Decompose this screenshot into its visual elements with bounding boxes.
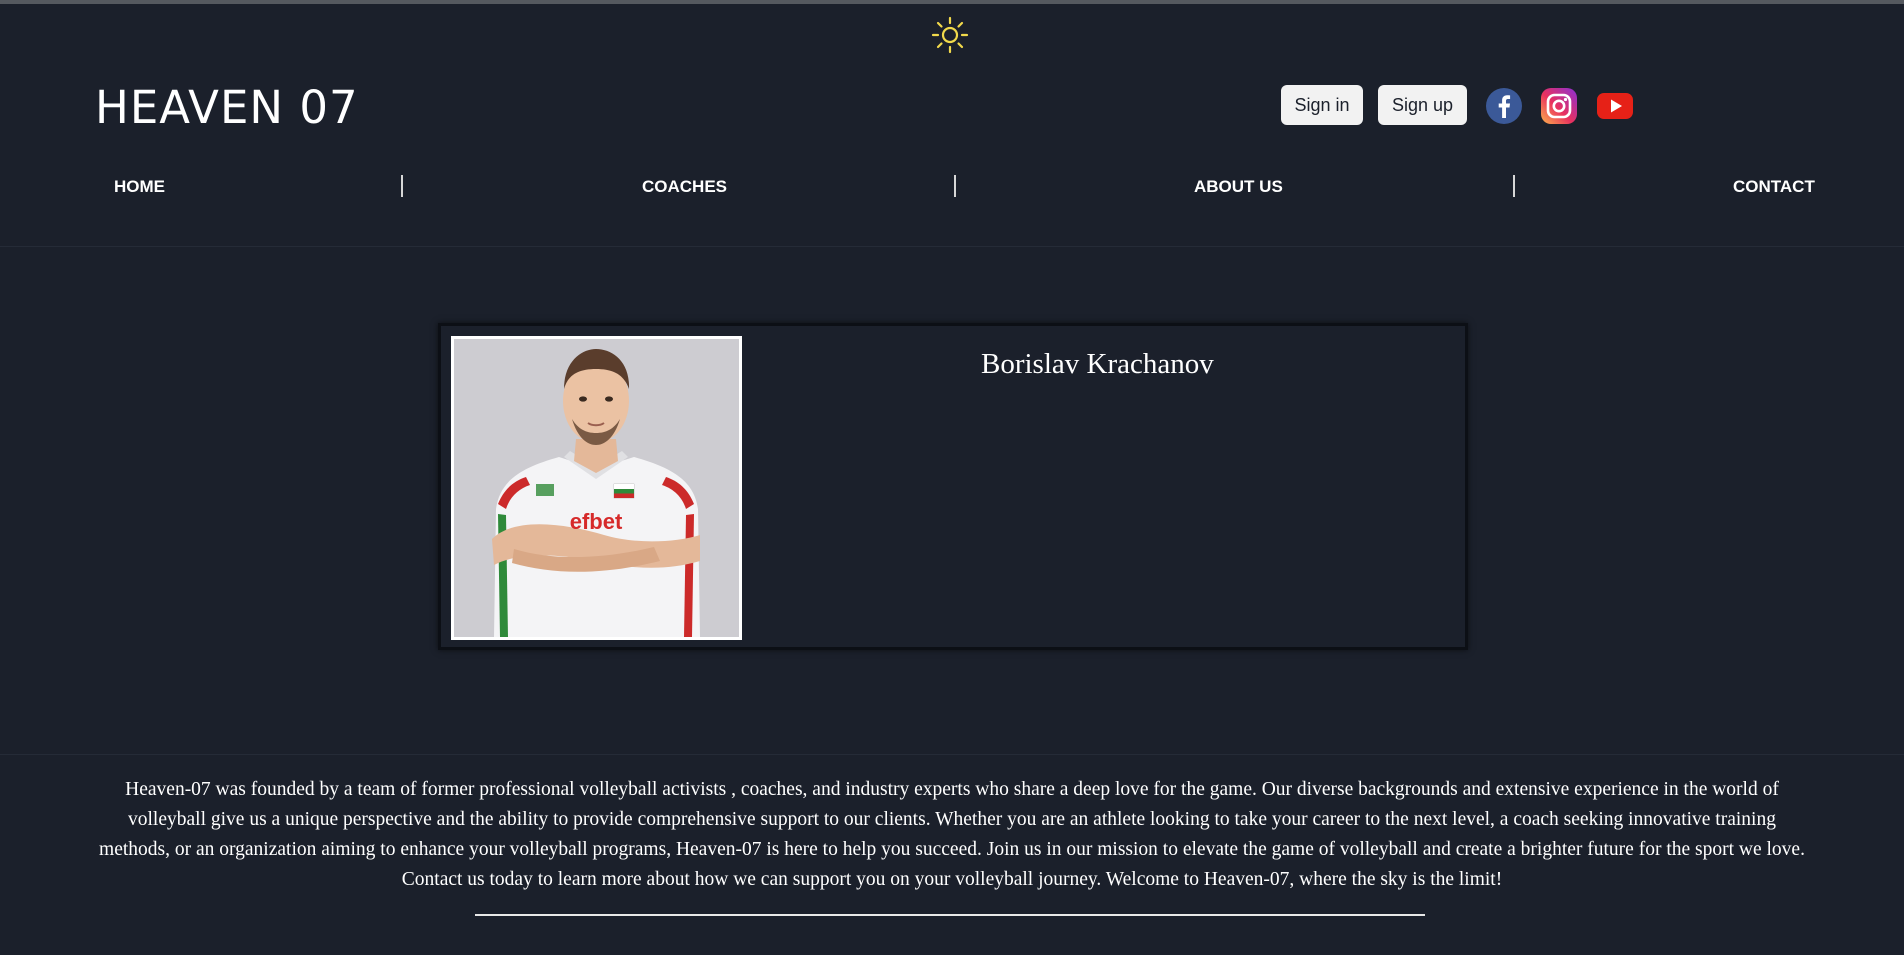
coach-name: Borislav Krachanov xyxy=(981,348,1214,380)
header-divider xyxy=(0,246,1904,247)
nav-contact[interactable]: CONTACT xyxy=(1733,172,1815,202)
nav-home[interactable]: HOME xyxy=(114,172,165,202)
sign-up-button[interactable]: Sign up xyxy=(1378,85,1467,125)
coach-photo: efbet xyxy=(451,336,742,640)
footer-divider xyxy=(0,754,1904,755)
brand-logo-text[interactable]: HEAVEN 07 xyxy=(95,78,359,138)
facebook-icon[interactable] xyxy=(1485,87,1523,125)
nav-coaches[interactable]: COACHES xyxy=(642,172,727,202)
nav-separator xyxy=(954,175,956,197)
sign-in-button[interactable]: Sign in xyxy=(1281,85,1363,125)
jersey-sponsor-text: efbet xyxy=(570,509,623,534)
coach-card[interactable]: efbet Borislav Krachanov xyxy=(438,323,1468,650)
coach-portrait-image: efbet xyxy=(454,339,739,637)
window-top-border xyxy=(0,0,1904,4)
about-paragraph: Heaven-07 was founded by a team of forme… xyxy=(99,779,1805,890)
footer-underline xyxy=(475,914,1425,916)
instagram-icon[interactable] xyxy=(1540,87,1578,125)
nav-about-us[interactable]: ABOUT US xyxy=(1194,172,1283,202)
youtube-icon[interactable] xyxy=(1596,87,1634,125)
sun-icon[interactable] xyxy=(930,15,970,55)
main-navigation: HOME COACHES ABOUT US CONTACT xyxy=(0,172,1904,202)
nav-separator xyxy=(401,175,403,197)
nav-separator xyxy=(1513,175,1515,197)
